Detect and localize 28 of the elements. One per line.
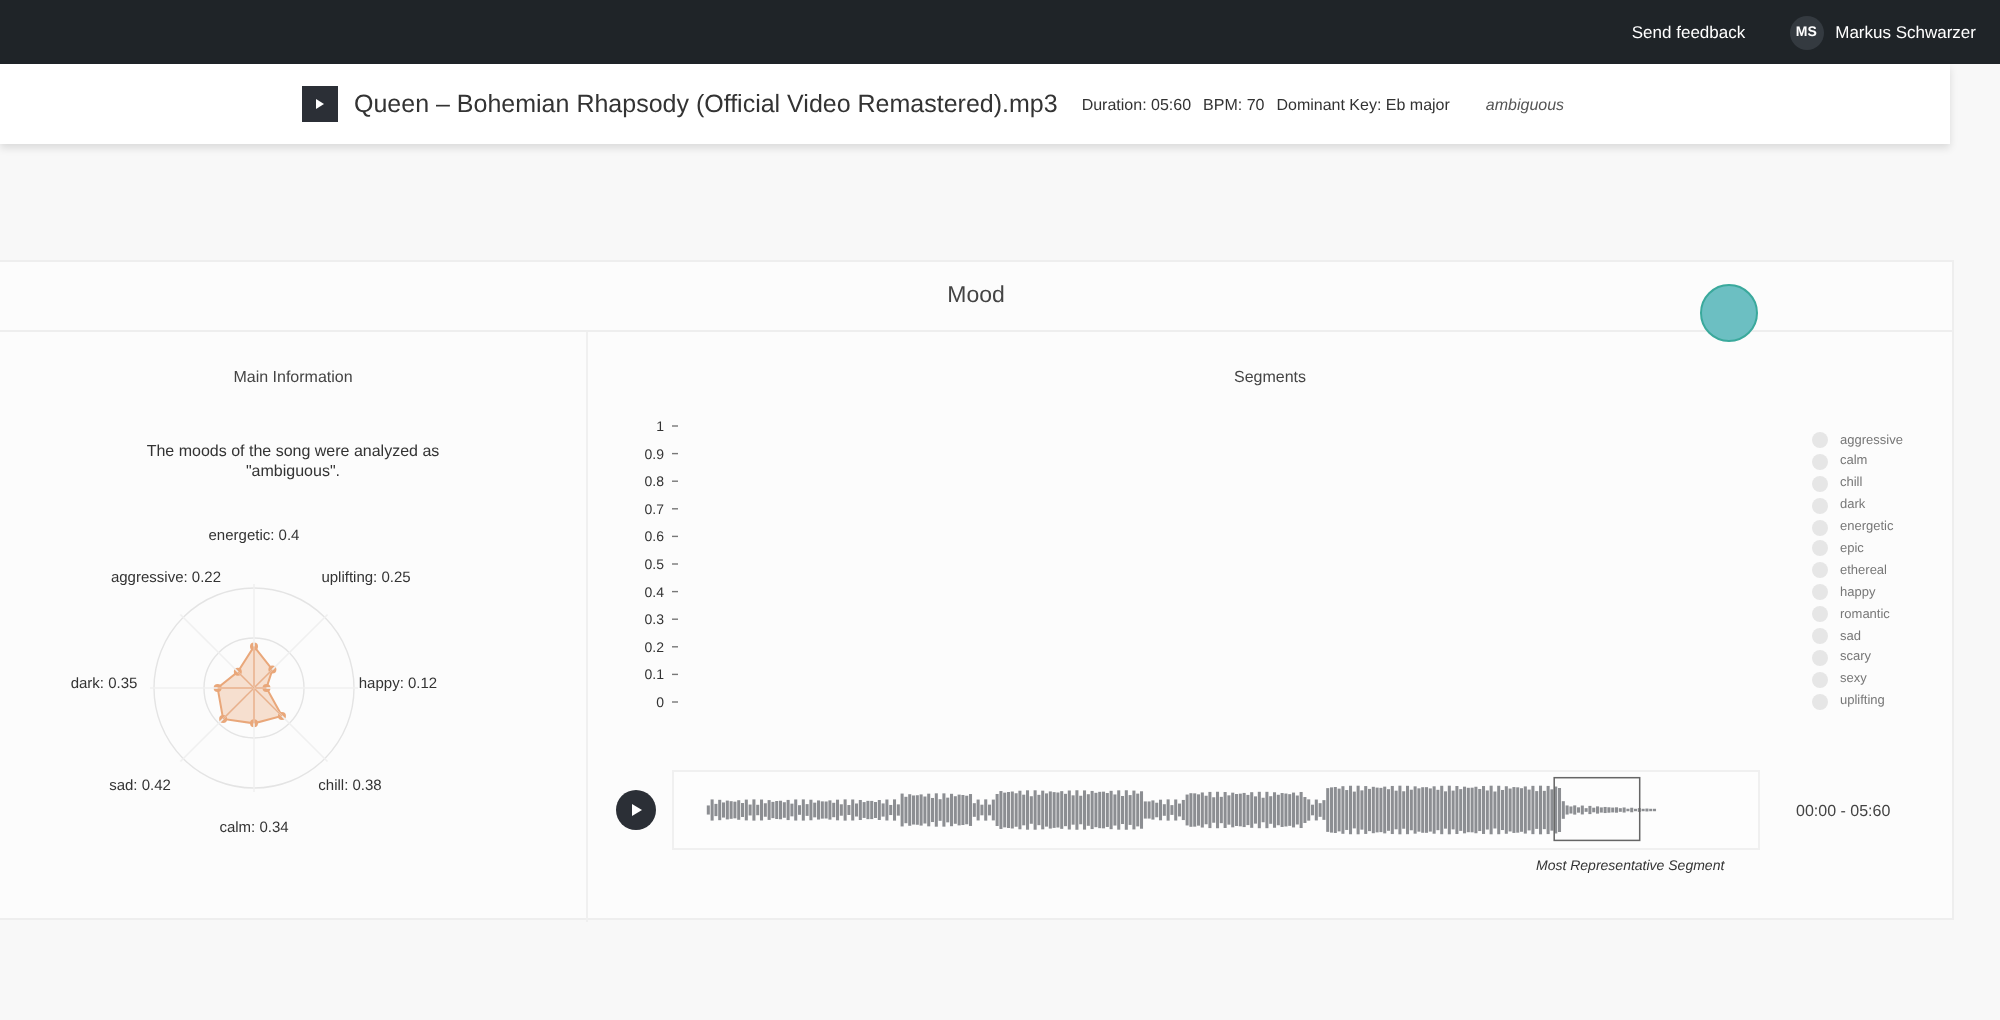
y-axis-tick: [671, 563, 679, 565]
play-button[interactable]: [616, 790, 656, 830]
y-axis-tick: [671, 452, 679, 455]
y-axis-tick: [671, 590, 679, 593]
mood-summary: The moods of the song were analyzed as "ambiguous".: [144, 442, 442, 482]
send-feedback-link[interactable]: Send feedback: [1631, 22, 1746, 42]
duration-text: Duration: 05:60: [1081, 95, 1192, 113]
mood-label: ambiguous: [1485, 95, 1565, 113]
y-axis-tick: [671, 673, 679, 676]
y-axis-tick: [671, 480, 679, 482]
y-axis-tick: [671, 508, 679, 510]
y-axis-tick: [671, 535, 679, 538]
play-button[interactable]: [302, 86, 338, 122]
floating-circle[interactable]: [1700, 284, 1758, 342]
track-title: Queen – Bohemian Rhapsody (Official Video Remastered).mp3: [354, 90, 1058, 118]
y-axis-tick: [671, 646, 679, 648]
play-icon: [314, 98, 326, 110]
panel-title: Mood: [947, 284, 1005, 308]
bpm-text: BPM: 70: [1203, 95, 1265, 113]
dominant-key-text: Dominant Key: Eb major: [1276, 95, 1450, 113]
y-axis-tick: [671, 618, 679, 620]
y-axis-tick: [671, 701, 679, 703]
y-axis-tick: [671, 425, 679, 427]
section-heading: Main Information: [233, 368, 353, 386]
time-range: 00:00 - 05:60: [1796, 801, 1891, 819]
section-heading: Segments: [1233, 368, 1307, 386]
user-name[interactable]: Markus Schwarzer: [1835, 22, 1976, 42]
play-icon: [628, 802, 644, 818]
